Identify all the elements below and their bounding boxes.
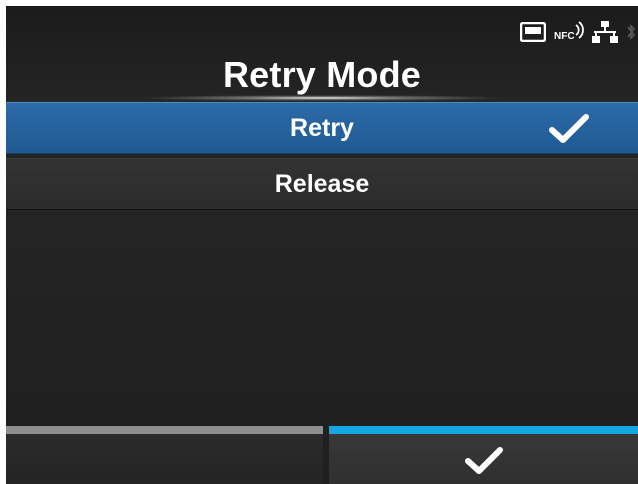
option-label: Release: [274, 170, 370, 198]
printer-screen: NFC Retry Mode Retry Release: [6, 6, 638, 484]
status-bar: NFC: [520, 20, 636, 44]
title-underline: [136, 95, 508, 101]
option-retry[interactable]: Retry: [6, 102, 638, 154]
confirm-button[interactable]: [329, 426, 638, 484]
network-icon: [592, 21, 618, 43]
option-release[interactable]: Release: [6, 158, 638, 210]
softkey-left-button[interactable]: [6, 426, 323, 484]
checkmark-icon: [548, 113, 590, 145]
nfc-icon: NFC: [554, 21, 584, 43]
page-title: Retry Mode: [222, 54, 422, 95]
display-frame: NFC Retry Mode Retry Release: [0, 0, 638, 484]
bluetooth-icon: [626, 21, 636, 43]
sd-card-icon: [520, 22, 546, 42]
option-label: Retry: [290, 114, 354, 142]
softkey-left-indicator: [6, 426, 323, 434]
header: NFC Retry Mode: [6, 6, 638, 101]
confirm-indicator: [329, 426, 638, 434]
softkey-bar: [6, 426, 638, 484]
checkmark-icon: [463, 446, 505, 476]
option-list: Retry Release: [6, 102, 638, 214]
